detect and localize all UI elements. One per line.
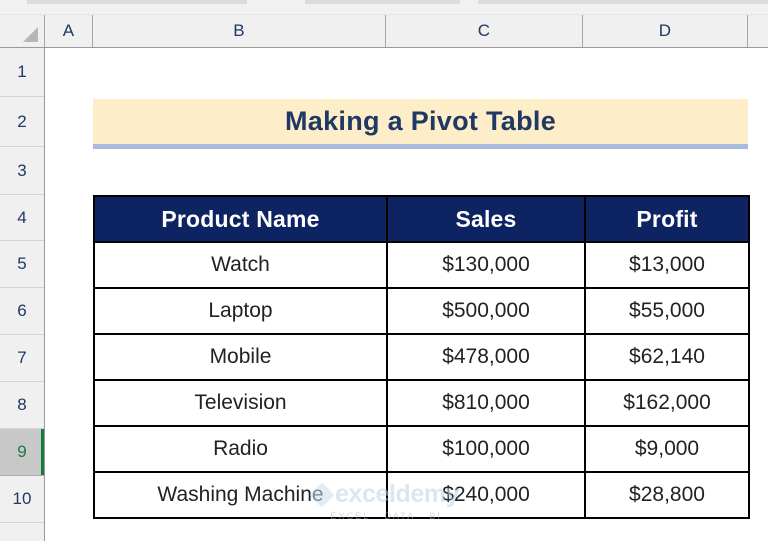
row-header-5-label: 5 [17,254,27,273]
cell-product-name[interactable]: Television [93,379,388,427]
column-header-d-label: D [658,21,672,40]
cell-product-name[interactable]: Laptop [93,287,388,335]
row-header-6[interactable]: 6 [0,288,44,335]
row-header-6-label: 6 [17,301,27,320]
row-header-8-label: 8 [17,395,27,414]
row-header-7[interactable]: 7 [0,335,44,382]
cell-profit[interactable]: $62,140 [584,333,750,381]
column-header-e[interactable] [748,15,768,47]
cell-product-name[interactable]: Washing Machine [93,471,388,519]
row-header-7-label: 7 [17,348,27,367]
row-header-5[interactable]: 5 [0,241,44,288]
row-header-4-label: 4 [17,207,27,227]
cell-product-name[interactable]: Watch [93,241,388,289]
column-header-a-label: A [62,21,75,40]
pivot-source-table: Product Name Sales Profit Watch $130,000… [93,195,750,519]
select-all-button[interactable] [0,15,45,47]
row-header-9-label: 9 [17,442,27,461]
row-header-4[interactable]: 4 [0,195,44,241]
cell-profit[interactable]: $55,000 [584,287,750,335]
row-header-3-label: 3 [17,160,27,180]
table-row: Mobile $478,000 $62,140 [93,333,750,381]
select-all-triangle-icon [23,27,38,42]
chrome-segment [305,0,460,4]
cell-sales[interactable]: $100,000 [386,425,586,473]
column-header-a[interactable]: A [45,15,93,47]
table-header-row: Product Name Sales Profit [93,195,750,243]
chrome-segment [27,0,247,4]
chrome-segment [478,0,768,4]
cell-sales[interactable]: $130,000 [386,241,586,289]
cell-profit[interactable]: $28,800 [584,471,750,519]
row-header-2[interactable]: 2 [0,97,44,147]
column-header-b[interactable]: B [93,15,386,47]
row-header-1-label: 1 [17,62,27,81]
top-chrome-strip [0,0,768,15]
cell-profit[interactable]: $13,000 [584,241,750,289]
row-header-9[interactable]: 9 [0,429,44,476]
row-header-1[interactable]: 1 [0,48,44,97]
cell-sales[interactable]: $478,000 [386,333,586,381]
row-header-11[interactable] [0,523,44,541]
table-row: Television $810,000 $162,000 [93,379,750,427]
table-row: Washing Machine $240,000 $28,800 [93,471,750,519]
spreadsheet-canvas: A B C D 1 2 3 4 5 6 7 8 9 10 Making a Pi… [0,0,768,541]
column-header-c[interactable]: C [386,15,583,47]
column-header-b-label: B [233,21,245,40]
cell-profit[interactable]: $162,000 [584,379,750,427]
sheet-title-cell[interactable]: Making a Pivot Table [93,99,748,144]
cell-sales[interactable]: $810,000 [386,379,586,427]
column-header-d[interactable]: D [583,15,748,47]
cell-profit[interactable]: $9,000 [584,425,750,473]
column-header-profit[interactable]: Profit [584,195,750,243]
column-header-c-label: C [477,21,491,40]
table-row: Radio $100,000 $9,000 [93,425,750,473]
table-row: Watch $130,000 $13,000 [93,241,750,289]
row-header-3[interactable]: 3 [0,147,44,195]
row-header-8[interactable]: 8 [0,382,44,429]
table-row: Laptop $500,000 $55,000 [93,287,750,335]
row-header-2-label: 2 [17,111,27,131]
title-underline [93,144,748,149]
cell-sales[interactable]: $500,000 [386,287,586,335]
cell-product-name[interactable]: Radio [93,425,388,473]
column-header-product-name[interactable]: Product Name [93,195,388,243]
cell-product-name[interactable]: Mobile [93,333,388,381]
cell-sales[interactable]: $240,000 [386,471,586,519]
row-header-10[interactable]: 10 [0,476,44,523]
column-header-sales[interactable]: Sales [386,195,586,243]
row-header-10-label: 10 [12,489,32,508]
page-title: Making a Pivot Table [284,106,557,136]
